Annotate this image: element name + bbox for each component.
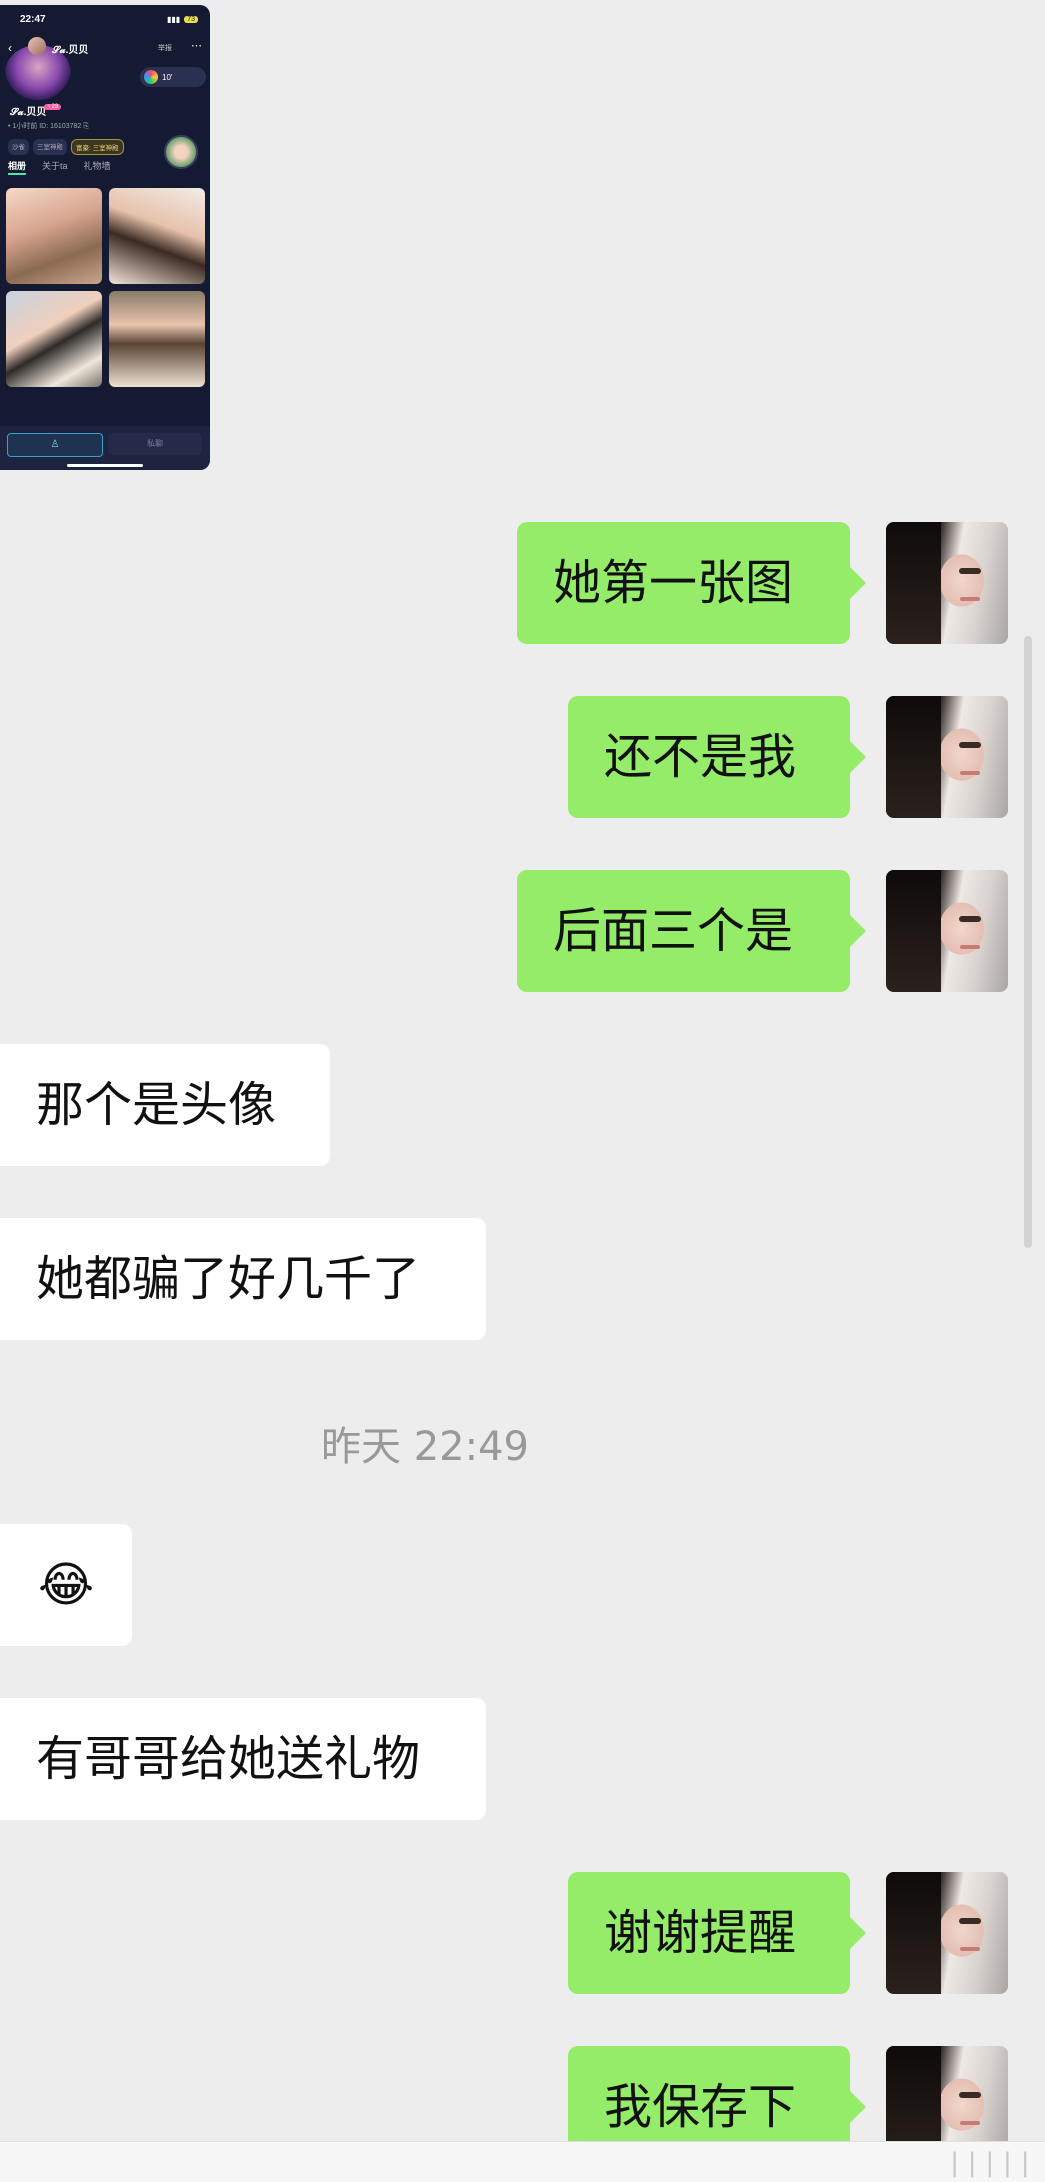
- profile-avatar-right: [164, 135, 198, 169]
- profile-chips: 沙雀 三室神殿 富豪: 三室神殿: [8, 139, 124, 155]
- home-indicator: [67, 464, 143, 467]
- bottom-indicator: |||||: [946, 2148, 1035, 2178]
- status-time: 22:47: [20, 14, 46, 25]
- my-avatar[interactable]: [886, 696, 1008, 818]
- music-pill: 10': [140, 67, 206, 87]
- scrollbar[interactable]: [1024, 636, 1032, 1248]
- music-disc-icon: [144, 70, 158, 84]
- age-tag: ♀23: [44, 104, 62, 110]
- back-chevron-icon: ‹: [8, 41, 12, 55]
- incoming-emoji-message[interactable]: 😂: [0, 1524, 132, 1646]
- input-bar-edge: |||||: [0, 2141, 1045, 2182]
- outgoing-message[interactable]: 后面三个是: [517, 870, 866, 992]
- person-icon: ♙: [7, 433, 103, 457]
- incoming-message[interactable]: 那个是头像: [0, 1044, 330, 1166]
- chip: 沙雀: [8, 139, 29, 155]
- album-photo: [109, 291, 205, 387]
- tab-about: 关于ta: [42, 161, 68, 171]
- outgoing-message[interactable]: 谢谢提醒: [568, 1872, 866, 1994]
- profile-title-name: 𝓢𝓪.贝贝: [52, 45, 89, 56]
- outgoing-message[interactable]: 她第一张图: [517, 522, 866, 644]
- incoming-message[interactable]: 她都骗了好几千了: [0, 1218, 486, 1340]
- outgoing-message[interactable]: 还不是我: [568, 696, 866, 818]
- profile-id-line: • 1小时前 ID: 16103782 ⎘: [8, 123, 89, 130]
- tab-album: 相册: [8, 159, 27, 175]
- battery-badge: 73: [184, 16, 198, 23]
- my-avatar[interactable]: [886, 870, 1008, 992]
- tab-gifts: 礼物墙: [83, 161, 111, 171]
- my-avatar[interactable]: [886, 1872, 1008, 1994]
- profile-small-avatar: [28, 37, 46, 55]
- chip: 三室神殿: [33, 139, 67, 155]
- my-avatar[interactable]: [886, 522, 1008, 644]
- album-photo: [6, 291, 102, 387]
- profile-tabs: 相册 关于ta 礼物墙: [8, 159, 111, 175]
- message-timestamp: 昨天 22:49: [321, 1424, 529, 1470]
- incoming-message[interactable]: 有哥哥给她送礼物: [0, 1698, 486, 1820]
- photo-grid: [6, 188, 205, 387]
- album-photo: [109, 188, 205, 284]
- more-icon: ⋯: [191, 40, 202, 52]
- music-label: 10': [162, 72, 173, 82]
- private-chat-label: 私聊: [108, 433, 202, 455]
- album-photo: [6, 188, 102, 284]
- report-label: 举报: [158, 45, 172, 52]
- status-icons: ▮▮▮ 73: [167, 15, 198, 24]
- profile-name: 𝓢𝓪.贝贝: [10, 107, 47, 118]
- signal-icon: ▮▮▮: [166, 15, 181, 24]
- chip-gold: 富豪: 三室神殿: [71, 139, 124, 155]
- shared-screenshot-image[interactable]: 22:47 ▮▮▮ 73 ‹ 𝓢𝓪.贝贝 举报 ⋯ 10' 𝓢𝓪.贝贝 ♀23 …: [0, 5, 210, 470]
